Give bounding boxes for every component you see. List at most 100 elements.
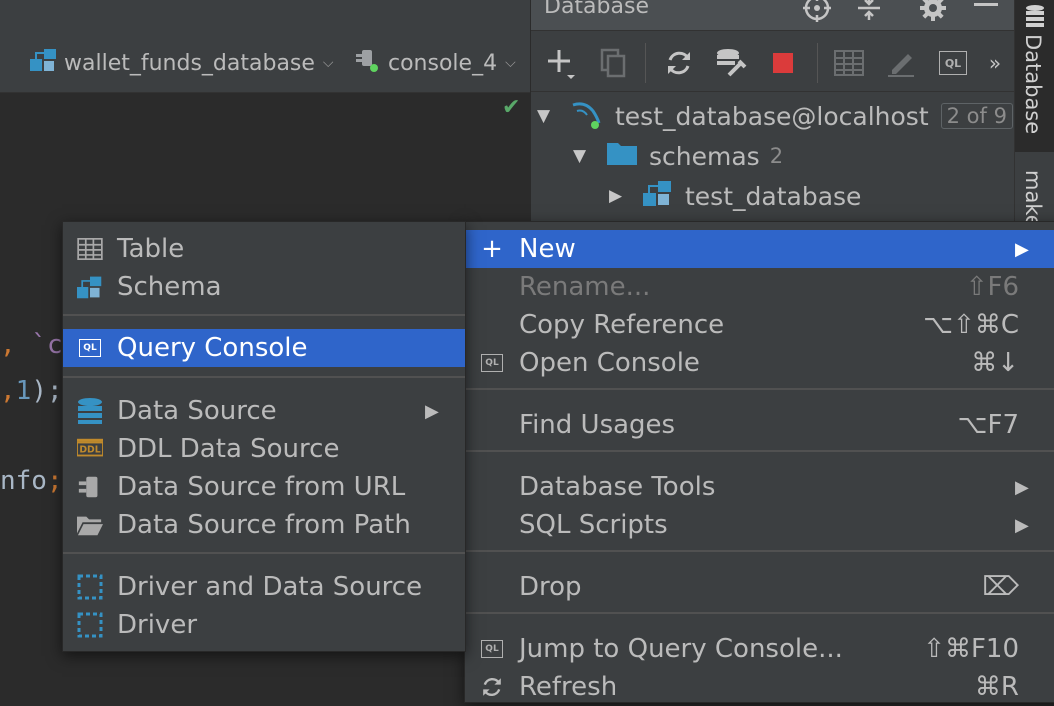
tree-node-connection[interactable]: ▼ test_database@localhost 2 of 9: [537, 96, 1013, 136]
table-icon[interactable]: [833, 47, 865, 79]
mysql-icon: [571, 97, 603, 135]
menu-item-shortcut: ⇧F6: [965, 272, 1019, 302]
editor-toolbar: wallet_funds_database ⌵ console_4 ⌵: [0, 0, 530, 93]
menu-item-sql-scripts[interactable]: SQL Scripts ▶: [465, 506, 1054, 544]
datasource-selector[interactable]: wallet_funds_database ⌵: [30, 46, 334, 80]
menu-item-drop[interactable]: Drop ⌦: [465, 568, 1054, 606]
duplicate-icon[interactable]: [597, 47, 629, 79]
tree-node-schema[interactable]: ▶ test_database: [609, 176, 861, 216]
console-selector[interactable]: console_4 ⌵: [354, 46, 516, 80]
menu-item-new[interactable]: + New ▶: [465, 230, 1054, 268]
ql-console-icon: QL: [77, 335, 103, 361]
data-source-icon: [77, 398, 103, 424]
code-line: ,1);: [0, 376, 63, 406]
menu-item-label: Driver and Data Source: [117, 572, 423, 602]
menu-item-label: Drop: [519, 572, 582, 602]
menu-item-refresh[interactable]: Refresh ⌘R: [465, 668, 1054, 706]
menu-item-schema[interactable]: Schema: [63, 268, 465, 306]
crosshair-icon[interactable]: [803, 0, 831, 28]
schema-count-badge[interactable]: 2 of 9: [940, 103, 1013, 129]
schemas-label: schemas: [649, 141, 760, 171]
stripe-tab-label: make: [1021, 170, 1045, 228]
stripe-tab-make[interactable]: make: [1015, 160, 1054, 230]
ql-console-icon[interactable]: QL: [937, 47, 969, 79]
database-icon: [1024, 4, 1046, 32]
gear-icon[interactable]: [919, 0, 947, 28]
driver-icon: [77, 612, 103, 638]
menu-item-label: Rename...: [519, 272, 651, 302]
menu-item-label: Data Source: [117, 396, 277, 426]
menu-separator: [465, 550, 1054, 552]
schema-tools-icon[interactable]: [715, 47, 747, 79]
minimize-icon[interactable]: [973, 0, 999, 28]
ql-console-icon: QL: [479, 636, 505, 662]
edit-icon[interactable]: [885, 47, 917, 79]
context-menu: + New ▶ Rename... ⇧F6 Copy Reference ⌥⇧⌘…: [464, 221, 1054, 703]
submenu-arrow-icon: ▶: [1015, 514, 1029, 536]
menu-item-shortcut: ⌥F7: [957, 410, 1019, 440]
menu-item-data-source-from-path[interactable]: Data Source from Path: [63, 506, 465, 544]
ql-console-icon: QL: [479, 350, 505, 376]
table-icon: [77, 236, 103, 262]
menu-item-copy-reference[interactable]: Copy Reference ⌥⇧⌘C: [465, 306, 1054, 344]
submenu-arrow-icon: ▶: [425, 400, 439, 422]
menu-item-label: DDL Data Source: [117, 434, 340, 464]
menu-item-open-console[interactable]: QL Open Console ⌘↓: [465, 344, 1054, 382]
menu-item-find-usages[interactable]: Find Usages ⌥F7: [465, 406, 1054, 444]
collapsed-arrow-icon[interactable]: ▶: [609, 186, 637, 206]
add-icon[interactable]: [545, 47, 577, 79]
ddl-icon: DDL: [77, 436, 103, 462]
connection-name: test_database@localhost: [615, 101, 929, 131]
submenu-arrow-icon: ▶: [1015, 238, 1029, 260]
expanded-arrow-icon[interactable]: ▼: [573, 146, 601, 166]
tree-node-schemas[interactable]: ▼ schemas 2: [573, 136, 783, 176]
menu-item-ddl-data-source[interactable]: DDL DDL Data Source: [63, 430, 465, 468]
menu-item-shortcut: ⌦: [982, 572, 1019, 602]
collapse-icon[interactable]: [855, 0, 883, 28]
menu-item-label: Copy Reference: [519, 310, 725, 340]
plug-icon: [77, 474, 103, 500]
menu-separator: [465, 450, 1054, 452]
menu-separator: [63, 314, 465, 316]
console-plug-icon: [354, 46, 382, 80]
folder-icon: [77, 512, 103, 538]
schema-name: test_database: [685, 181, 862, 211]
menu-separator: [465, 612, 1054, 614]
menu-item-driver[interactable]: Driver: [63, 606, 465, 644]
menu-item-label: Refresh: [519, 672, 618, 702]
console-name: console_4: [388, 50, 498, 76]
menu-item-shortcut: ⌥⇧⌘C: [923, 310, 1019, 340]
panel-title: Database: [544, 0, 649, 19]
check-icon: ✔: [502, 95, 521, 120]
menu-item-shortcut: ⇧⌘F10: [923, 634, 1019, 664]
menu-separator: [465, 388, 1054, 390]
menu-item-label: Find Usages: [519, 410, 676, 440]
chevron-down-icon: ⌵: [322, 55, 334, 71]
more-icon[interactable]: »: [979, 47, 1011, 79]
menu-item-label: Table: [117, 234, 185, 264]
menu-item-shortcut: ⌘R: [974, 672, 1019, 702]
expanded-arrow-icon[interactable]: ▼: [537, 106, 565, 126]
refresh-icon[interactable]: [663, 47, 695, 79]
menu-item-label: New: [519, 234, 576, 264]
menu-item-database-tools[interactable]: Database Tools ▶: [465, 468, 1054, 506]
menu-item-data-source[interactable]: Data Source ▶: [63, 392, 465, 430]
folder-icon: [607, 141, 637, 171]
schema-icon: [77, 274, 103, 300]
driver-icon: [77, 574, 103, 600]
menu-item-query-console[interactable]: QL Query Console: [63, 329, 465, 367]
plus-icon: +: [481, 234, 503, 264]
menu-item-table[interactable]: Table: [63, 230, 465, 268]
schemas-count: 2: [769, 144, 784, 168]
menu-item-driver-and-data-source[interactable]: Driver and Data Source: [63, 568, 465, 606]
menu-item-label: Data Source from URL: [117, 472, 406, 502]
menu-item-label: Driver: [117, 610, 198, 640]
menu-item-jump-to-query-console[interactable]: QL Jump to Query Console... ⇧⌘F10: [465, 630, 1054, 668]
stripe-tab-database[interactable]: Database: [1015, 0, 1054, 152]
stop-icon[interactable]: [767, 47, 799, 79]
svg-text:DDL: DDL: [79, 445, 100, 456]
submenu-arrow-icon: ▶: [1015, 476, 1029, 498]
code-line: nfo;: [0, 466, 63, 496]
menu-item-data-source-from-url[interactable]: Data Source from URL: [63, 468, 465, 506]
menu-item-rename[interactable]: Rename... ⇧F6: [465, 268, 1054, 306]
